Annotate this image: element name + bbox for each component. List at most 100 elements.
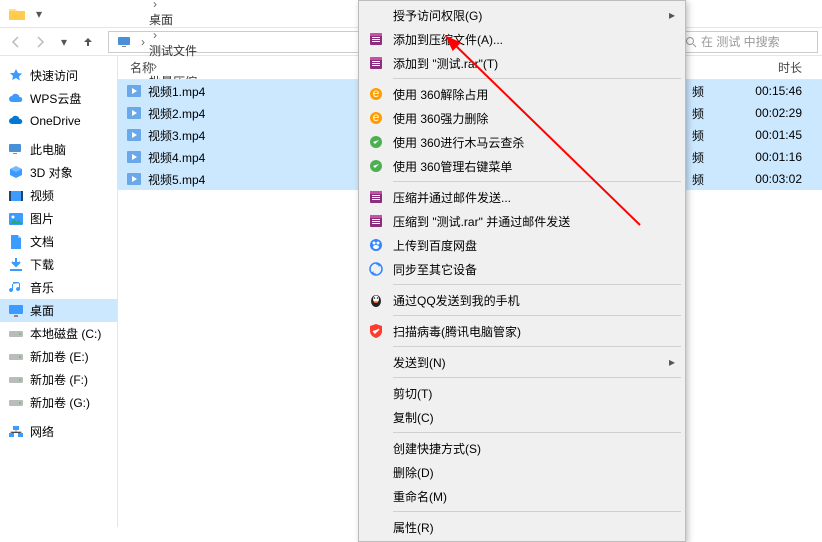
sidebar-item[interactable]: 3D 对象 xyxy=(0,161,117,184)
menu-item-label: 删除(D) xyxy=(393,464,434,481)
sidebar-item-label: 视频 xyxy=(30,187,54,204)
menu-separator xyxy=(393,432,681,433)
breadcrumb-segment[interactable]: 桌面 xyxy=(149,11,197,28)
sidebar-item[interactable]: 桌面 xyxy=(0,299,117,322)
search-input[interactable]: 在 测试 中搜索 xyxy=(678,31,818,53)
context-menu-item[interactable]: 使用 360进行木马云查杀 xyxy=(361,130,683,154)
qq-icon xyxy=(367,291,385,309)
context-menu-item[interactable]: 属性(R) xyxy=(361,515,683,539)
chevron-right-icon: › xyxy=(153,28,157,42)
sidebar-item-label: 桌面 xyxy=(30,302,54,319)
menu-item-label: 添加到 "测试.rar"(T) xyxy=(393,55,498,72)
menu-item-label: 上传到百度网盘 xyxy=(393,237,477,254)
360g-icon xyxy=(367,157,385,175)
context-menu-item[interactable]: 压缩到 "测试.rar" 并通过邮件发送 xyxy=(361,209,683,233)
context-menu-item[interactable]: 剪切(T) xyxy=(361,381,683,405)
nav-recent-button[interactable]: ▾ xyxy=(52,30,76,54)
image-icon xyxy=(8,211,24,227)
menu-item-label: 同步至其它设备 xyxy=(393,261,477,278)
menu-item-label: 创建快捷方式(S) xyxy=(393,440,481,457)
sidebar-item[interactable]: 视频 xyxy=(0,184,117,207)
context-menu-item[interactable]: 扫描病毒(腾讯电脑管家) xyxy=(361,319,683,343)
rar-icon xyxy=(367,54,385,72)
file-type-suffix: 频 xyxy=(692,171,732,188)
file-type-suffix: 频 xyxy=(692,105,732,122)
shield-icon xyxy=(367,322,385,340)
context-menu-item[interactable]: 删除(D) xyxy=(361,460,683,484)
sidebar-item[interactable]: 下载 xyxy=(0,253,117,276)
sidebar-item[interactable]: 网络 xyxy=(0,420,117,443)
context-menu-item[interactable]: 重命名(M) xyxy=(361,484,683,508)
svg-text:e: e xyxy=(373,110,380,124)
menu-item-label: 使用 360管理右键菜单 xyxy=(393,158,512,175)
sidebar-item[interactable]: 图片 xyxy=(0,207,117,230)
sidebar-item-label: 下载 xyxy=(30,256,54,273)
context-menu-item[interactable]: 添加到 "测试.rar"(T) xyxy=(361,51,683,75)
context-menu-item[interactable]: e使用 360强力删除 xyxy=(361,106,683,130)
svg-text:e: e xyxy=(373,86,380,100)
sidebar-item[interactable]: WPS云盘 xyxy=(0,87,117,110)
context-menu-item[interactable]: 上传到百度网盘 xyxy=(361,233,683,257)
sidebar-item[interactable]: 本地磁盘 (C:) xyxy=(0,322,117,345)
sidebar-item[interactable]: 快速访问 xyxy=(0,64,117,87)
sidebar-item[interactable]: 新加卷 (E:) xyxy=(0,345,117,368)
cloud-icon xyxy=(8,91,24,107)
context-menu-item[interactable]: 授予访问权限(G) ▸ xyxy=(361,3,683,27)
sidebar-item[interactable]: 文档 xyxy=(0,230,117,253)
cloud-icon xyxy=(8,113,24,129)
sidebar-item-label: 网络 xyxy=(30,423,54,440)
menu-item-label: 授予访问权限(G) xyxy=(393,7,482,24)
context-menu-item[interactable]: 复制(C) xyxy=(361,405,683,429)
menu-item-label: 使用 360进行木马云查杀 xyxy=(393,134,524,151)
sidebar-item[interactable]: 此电脑 xyxy=(0,138,117,161)
pc-icon xyxy=(117,35,131,49)
rar-icon xyxy=(367,30,385,48)
sync-icon xyxy=(367,260,385,278)
sidebar-item[interactable]: 新加卷 (G:) xyxy=(0,391,117,414)
nav-forward-button[interactable] xyxy=(28,30,52,54)
rar-icon xyxy=(367,188,385,206)
menu-separator xyxy=(393,181,681,182)
menu-item-label: 使用 360解除占用 xyxy=(393,86,488,103)
sidebar-item-label: 此电脑 xyxy=(30,141,66,158)
titlebar-overflow-icon[interactable]: ▾ xyxy=(36,7,42,21)
menu-separator xyxy=(393,511,681,512)
sidebar-item-label: 快速访问 xyxy=(30,67,78,84)
pc-icon xyxy=(8,142,24,158)
context-menu-item[interactable]: 使用 360管理右键菜单 xyxy=(361,154,683,178)
sidebar-item[interactable]: 音乐 xyxy=(0,276,117,299)
context-menu-item[interactable]: 添加到压缩文件(A)... xyxy=(361,27,683,51)
context-menu-item[interactable]: e 使用 360解除占用 xyxy=(361,82,683,106)
cube-icon xyxy=(8,165,24,181)
sidebar-item-label: 图片 xyxy=(30,210,54,227)
file-duration: 00:01:45 xyxy=(732,128,822,142)
drive-icon xyxy=(8,349,24,365)
sidebar-item-label: 3D 对象 xyxy=(30,164,73,181)
star-icon xyxy=(8,68,24,84)
menu-item-label: 属性(R) xyxy=(393,519,434,536)
menu-item-label: 剪切(T) xyxy=(393,385,432,402)
search-icon xyxy=(685,36,697,48)
context-menu-item[interactable]: 创建快捷方式(S) xyxy=(361,436,683,460)
menu-separator xyxy=(393,377,681,378)
360-icon: e xyxy=(367,85,385,103)
file-duration: 00:15:46 xyxy=(732,84,822,98)
context-menu-item[interactable]: 压缩并通过邮件发送... xyxy=(361,185,683,209)
menu-item-label: 通过QQ发送到我的手机 xyxy=(393,292,520,309)
nav-back-button[interactable] xyxy=(4,30,28,54)
desktop-icon xyxy=(8,303,24,319)
file-type-suffix: 频 xyxy=(692,149,732,166)
menu-separator xyxy=(393,346,681,347)
file-duration: 00:01:16 xyxy=(732,150,822,164)
chevron-right-icon: ▸ xyxy=(669,8,675,22)
sidebar-item[interactable]: 新加卷 (F:) xyxy=(0,368,117,391)
sidebar-item-label: 文档 xyxy=(30,233,54,250)
sidebar-item[interactable]: OneDrive xyxy=(0,110,117,132)
sidebar-item-label: 音乐 xyxy=(30,279,54,296)
context-menu-item[interactable]: 同步至其它设备 xyxy=(361,257,683,281)
context-menu-item[interactable]: 发送到(N)▸ xyxy=(361,350,683,374)
nav-up-button[interactable] xyxy=(76,30,100,54)
column-header-duration[interactable]: 时长 xyxy=(732,59,822,76)
context-menu-item[interactable]: 通过QQ发送到我的手机 xyxy=(361,288,683,312)
menu-item-label: 重命名(M) xyxy=(393,488,447,505)
